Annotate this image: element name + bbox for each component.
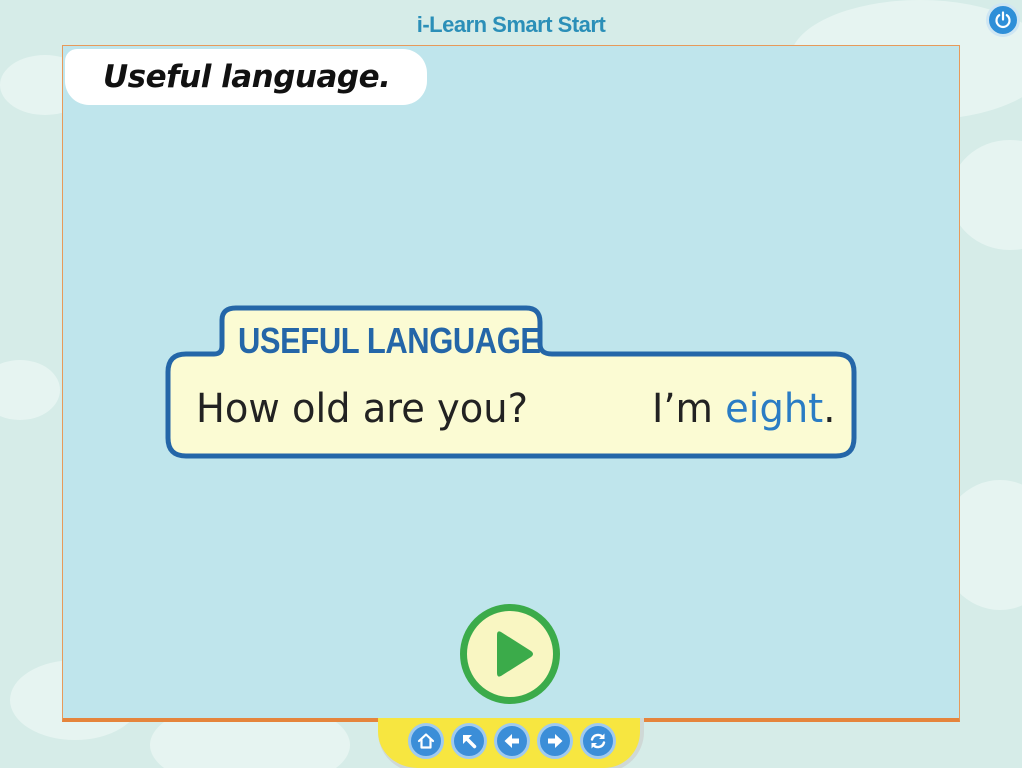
answer-suffix: . — [823, 386, 836, 432]
slide-heading: Useful language. — [103, 59, 391, 95]
navigation-bar — [378, 718, 644, 768]
power-icon — [995, 11, 1011, 29]
answer-prefix: I’m — [652, 386, 726, 432]
arrow-up-left-icon — [463, 735, 477, 749]
home-icon — [417, 733, 435, 749]
home-button[interactable] — [408, 723, 444, 759]
background-cloud — [950, 140, 1022, 250]
answer-text: I’m eight. — [652, 378, 835, 440]
slide-heading-pill: Useful language. — [65, 49, 427, 105]
power-button[interactable] — [986, 3, 1020, 37]
app-title: i-Learn Smart Start — [416, 12, 606, 37]
lesson-stage: Useful language. USEFUL LANGUAGE How old… — [62, 45, 960, 722]
useful-language-label: USEFUL LANGUAGE — [238, 320, 541, 361]
arrow-right-icon — [548, 734, 563, 748]
previous-button[interactable] — [494, 723, 530, 759]
arrow-left-icon — [504, 734, 519, 748]
question-text: How old are you? — [196, 386, 528, 432]
replay-button[interactable] — [580, 723, 616, 759]
useful-language-box: USEFUL LANGUAGE How old are you? I’m eig… — [164, 304, 858, 464]
answer-highlight: eight — [725, 386, 824, 432]
background-cloud — [0, 360, 60, 420]
play-audio-button[interactable] — [460, 604, 560, 704]
menu-back-button[interactable] — [451, 723, 487, 759]
refresh-icon — [590, 733, 606, 749]
next-button[interactable] — [537, 723, 573, 759]
play-icon — [497, 631, 533, 677]
